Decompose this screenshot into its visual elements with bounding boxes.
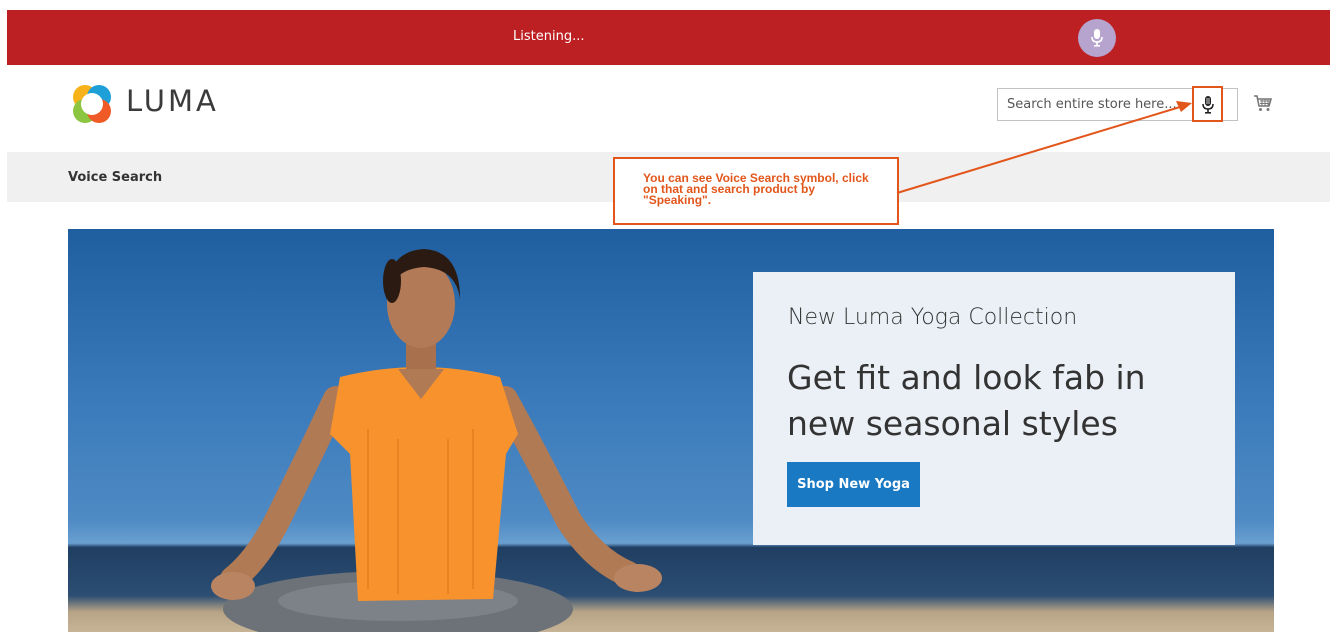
hero-promo-panel: New Luma Yoga Collection Get fit and loo…: [753, 272, 1235, 545]
yoga-model-image: [211, 249, 662, 632]
shopping-cart-icon[interactable]: [1253, 93, 1273, 118]
microphone-icon: [1202, 96, 1214, 114]
nav-item-voice-search[interactable]: Voice Search: [68, 170, 162, 185]
hero-banner: New Luma Yoga Collection Get fit and loo…: [68, 229, 1274, 632]
microphone-icon: [1091, 29, 1103, 47]
voice-search-button[interactable]: [1192, 86, 1223, 122]
voice-listening-bar: Listening...: [7, 10, 1330, 65]
listening-status-text: Listening...: [513, 29, 585, 44]
shop-new-yoga-button[interactable]: Shop New Yoga: [787, 462, 920, 507]
hero-subtitle: New Luma Yoga Collection: [788, 305, 1078, 330]
annotation-text: You can see Voice Search symbol, click o…: [643, 171, 869, 207]
hero-title: Get fit and look fab in new seasonal sty…: [787, 358, 1146, 443]
annotation-callout: You can see Voice Search symbol, click o…: [613, 157, 899, 225]
store-logo-text[interactable]: LUMA: [126, 84, 219, 118]
luma-logo-icon[interactable]: [68, 80, 116, 128]
listening-microphone-button[interactable]: [1078, 19, 1116, 57]
search-input[interactable]: [998, 89, 1188, 120]
